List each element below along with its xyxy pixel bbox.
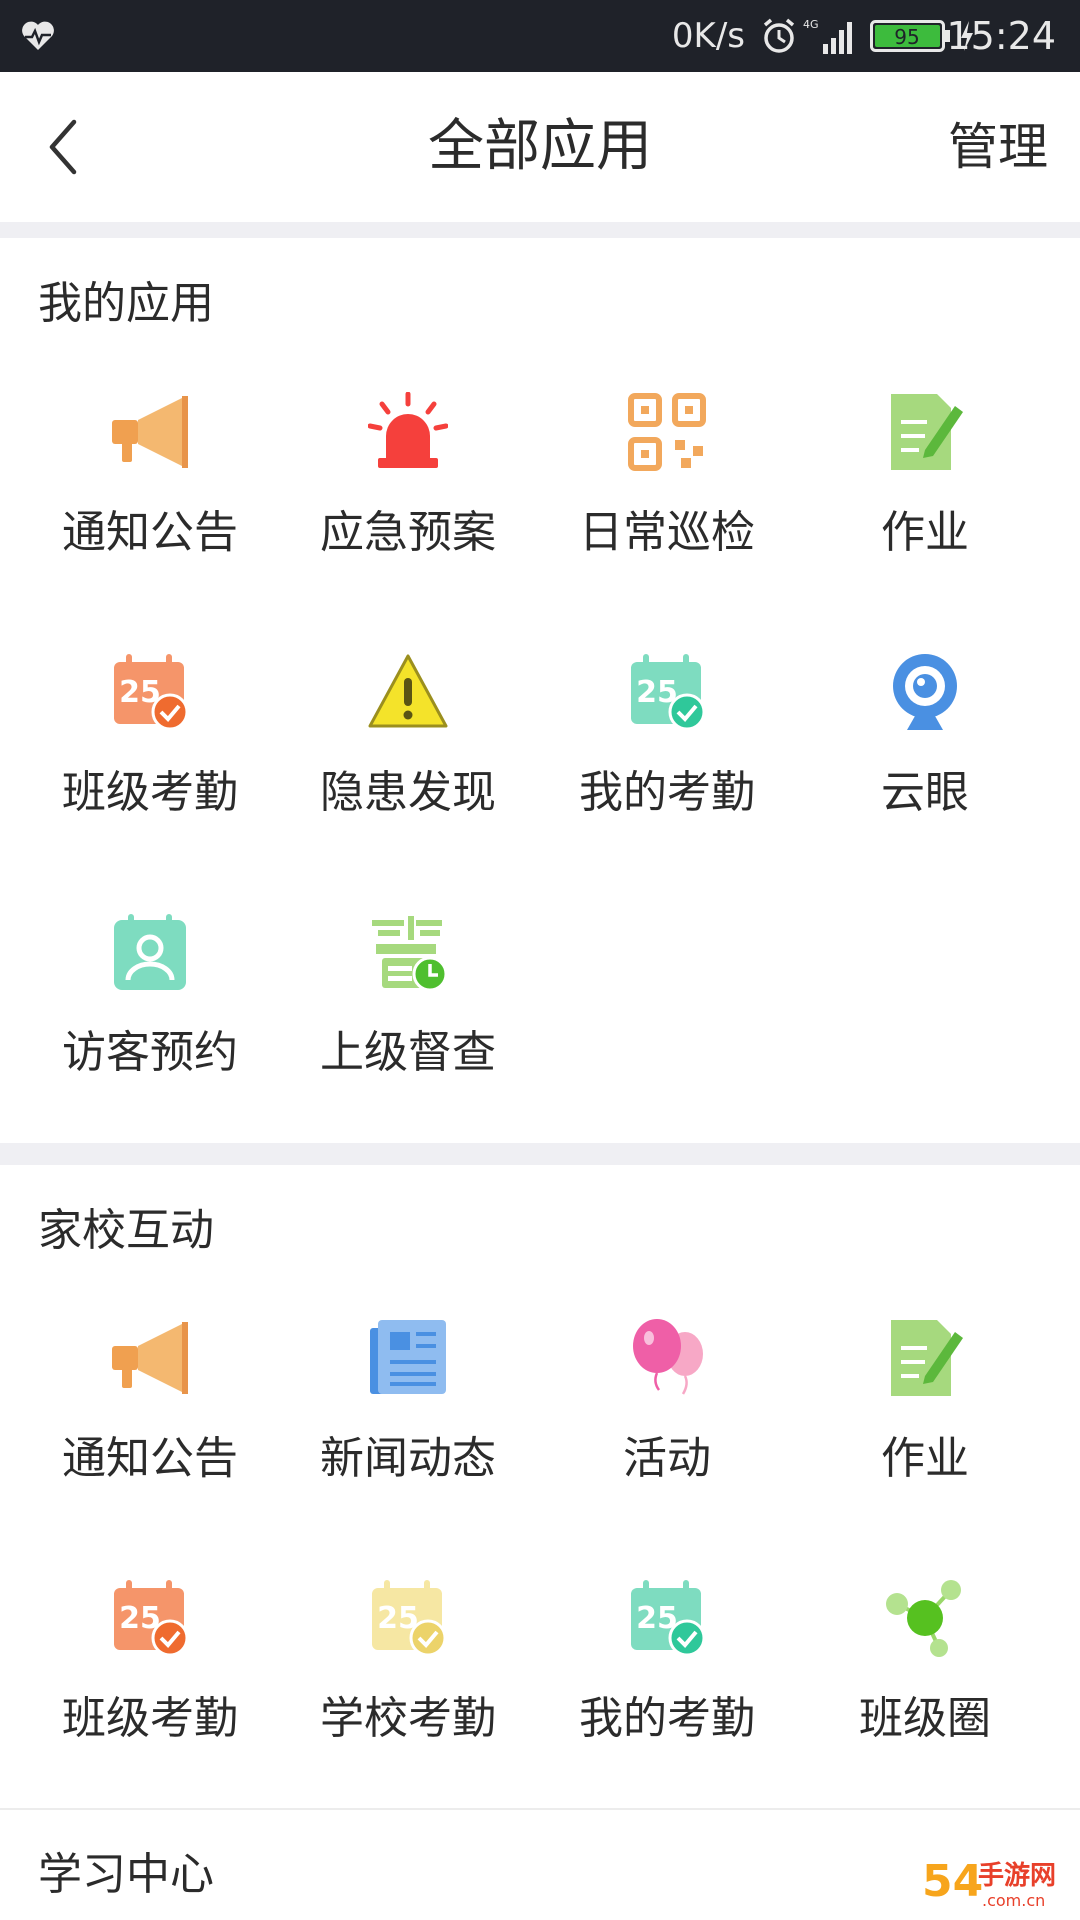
heart-monitor-icon [22, 21, 54, 50]
app-label: 通知公告 [62, 507, 238, 558]
class-circle-icon [885, 1578, 965, 1658]
app-tile[interactable]: 班级圈 [790, 1578, 1060, 1838]
app-tile[interactable]: 上级督查 [273, 912, 543, 1172]
battery-icon: 95 [870, 20, 950, 52]
app-label: 新闻动态 [320, 1433, 496, 1484]
app-label: 日常巡检 [579, 507, 755, 558]
app-label: 班级圈 [859, 1693, 991, 1744]
app-tile[interactable]: 通知公告 [15, 392, 285, 652]
app-tile[interactable]: 作业 [790, 392, 1060, 652]
signal-4g-icon: 4G [803, 18, 852, 54]
app-label: 通知公告 [62, 1433, 238, 1484]
balloons-icon [627, 1318, 707, 1398]
clock: 15:24 [946, 14, 1056, 58]
app-tile[interactable]: 25 我的考勤 [532, 652, 802, 912]
section-divider [0, 1808, 1080, 1810]
network-speed: 0K/s [671, 16, 745, 56]
app-tile[interactable]: 25 班级考勤 [15, 1578, 285, 1838]
app-label: 作业 [881, 1433, 969, 1484]
warning-icon [368, 652, 448, 732]
svg-text:54: 54 [922, 1856, 983, 1907]
app-label: 我的考勤 [579, 767, 755, 818]
site-watermark-logo: 54 手游网 .com.cn [922, 1856, 1056, 1910]
app-tile[interactable]: 云眼 [790, 652, 1060, 912]
status-bar: 0K/s 4G 95 15:24 [0, 0, 1080, 72]
calendar-check-teal-icon: 25 [627, 1578, 707, 1658]
webcam-icon [885, 652, 965, 732]
manage-button[interactable]: 管理 [948, 114, 1048, 180]
page-title: 全部应用 [428, 114, 652, 179]
visitor-icon [110, 912, 190, 992]
app-label: 作业 [881, 507, 969, 558]
app-label: 我的考勤 [579, 1693, 755, 1744]
newspaper-icon [368, 1318, 448, 1398]
app-tile[interactable]: 日常巡检 [532, 392, 802, 652]
svg-text:手游网: 手游网 [978, 1861, 1056, 1891]
app-label: 活动 [623, 1433, 711, 1484]
megaphone-icon [110, 1318, 190, 1398]
app-label: 班级考勤 [62, 767, 238, 818]
nav-bar: 全部应用 管理 [0, 72, 1080, 222]
app-tile[interactable]: 25 我的考勤 [532, 1578, 802, 1838]
app-tile[interactable]: 活动 [532, 1318, 802, 1578]
calendar-check-teal-icon: 25 [627, 652, 707, 732]
app-tile[interactable]: 作业 [790, 1318, 1060, 1578]
app-label: 访客预约 [62, 1027, 238, 1078]
app-label: 班级考勤 [62, 1693, 238, 1744]
app-label: 云眼 [881, 767, 969, 818]
supervise-icon [368, 912, 448, 992]
megaphone-icon [110, 392, 190, 472]
siren-icon [368, 392, 448, 472]
app-tile[interactable]: 访客预约 [15, 912, 285, 1172]
app-tile[interactable]: 新闻动态 [273, 1318, 543, 1578]
app-label: 隐患发现 [320, 767, 496, 818]
section-title-my-apps: 我的应用 [38, 278, 214, 329]
section-title-learning-center: 学习中心 [38, 1849, 214, 1900]
svg-text:4G: 4G [803, 18, 819, 31]
svg-text:.com.cn: .com.cn [982, 1891, 1045, 1910]
homework-icon [885, 1318, 965, 1398]
app-label: 上级督查 [320, 1027, 496, 1078]
app-tile[interactable]: 隐患发现 [273, 652, 543, 912]
battery-level: 95 [894, 25, 919, 49]
section-gap [0, 1143, 1080, 1165]
app-tile[interactable]: 25 班级考勤 [15, 652, 285, 912]
calendar-check-orange-icon: 25 [110, 1578, 190, 1658]
homework-icon [885, 392, 965, 472]
app-label: 应急预案 [320, 507, 496, 558]
app-tile[interactable]: 通知公告 [15, 1318, 285, 1578]
section-gap [0, 222, 1080, 238]
alarm-icon [763, 18, 795, 53]
calendar-check-yellow-icon: 25 [368, 1578, 448, 1658]
calendar-check-orange-icon: 25 [110, 652, 190, 732]
app-tile[interactable]: 应急预案 [273, 392, 543, 652]
qr-code-icon [627, 392, 707, 472]
section-title-home-school: 家校互动 [38, 1205, 214, 1256]
app-label: 学校考勤 [320, 1693, 496, 1744]
app-tile[interactable]: 25 学校考勤 [273, 1578, 543, 1838]
